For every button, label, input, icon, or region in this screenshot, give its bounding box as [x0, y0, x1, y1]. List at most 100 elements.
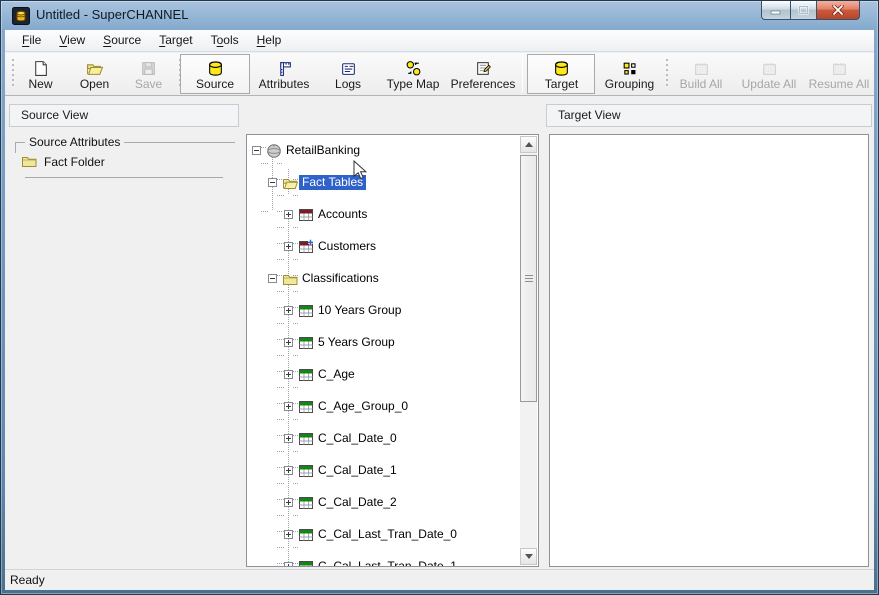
title-bar[interactable]: Untitled - SuperCHANNEL — [5, 1, 874, 30]
toolbar-button-label: Open — [80, 77, 109, 92]
folder-icon — [21, 153, 37, 172]
menu-tools[interactable]: Tools — [202, 30, 248, 51]
minimize-button[interactable] — [761, 1, 790, 20]
tree-node-c-cal-last-tran-date-0[interactable]: C_Cal_Last_Tran_Date_0 — [247, 331, 521, 347]
toolbar: New Open Save Source Attributes Logs Type Map P… — [5, 53, 874, 96]
type-map-icon — [405, 57, 422, 77]
source-tree[interactable]: RetailBankingFact Tables Accounts Custom… — [246, 134, 539, 567]
scroll-up-button[interactable] — [520, 136, 537, 153]
toolbar-button-label: New — [29, 77, 53, 92]
toolbar-button-label: Logs — [335, 77, 361, 92]
open-folder-icon — [86, 57, 103, 77]
tree-node-c-fin-last-tran-date-0[interactable]: C_Fin_Last_Tran_Date_0 — [247, 491, 521, 507]
scrollbar-thumb[interactable] — [520, 155, 537, 402]
tree-node-customers[interactable]: Customers — [247, 187, 521, 203]
toolbar-button-label: Build All — [680, 77, 723, 92]
build-icon — [761, 57, 778, 77]
toolbar-button-label: Update All — [742, 77, 797, 92]
tree-node-c-fin-date-1[interactable]: C_Fin_Date_1 — [247, 459, 521, 475]
toolbar-button-label: Resume All — [809, 77, 870, 92]
status-bar: Ready — [5, 569, 874, 590]
target-tree[interactable] — [549, 134, 869, 567]
build-all-button: Build All — [668, 54, 734, 94]
scroll-down-button[interactable] — [520, 548, 537, 565]
tree-node-c-dayofmonth[interactable]: C_DayOfMonth — [247, 427, 521, 443]
grouping-button[interactable]: Grouping — [595, 54, 663, 94]
build-icon — [831, 57, 848, 77]
menu-help[interactable]: Help — [248, 30, 291, 51]
menu-file[interactable]: File — [13, 30, 50, 51]
floppy-icon — [140, 57, 157, 77]
source-attributes-group: Source Attributes — [15, 142, 235, 205]
close-button[interactable] — [817, 1, 860, 20]
window-title: Untitled - SuperCHANNEL — [36, 1, 188, 29]
log-book-icon — [340, 57, 357, 77]
mouse-cursor-icon — [353, 160, 371, 182]
tree-node-c-cal-last-tran-date-1[interactable]: C_Cal_Last_Tran_Date_1 — [247, 347, 521, 363]
tree-node-5-years-group[interactable]: 5 Years Group — [247, 235, 521, 251]
app-window: Untitled - SuperCHANNEL FileViewSourceTa… — [0, 0, 879, 595]
tree-node-c-fin-date-2[interactable]: C_Fin_Date_2 — [247, 475, 521, 491]
fact-folder-item[interactable]: Fact Folder — [21, 154, 105, 170]
grouping-icon — [621, 57, 638, 77]
tree-node-c-fin-date-0[interactable]: C_Fin_Date_0 — [247, 443, 521, 459]
tree-node-c-age-group-0[interactable]: C_Age_Group_0 — [247, 267, 521, 283]
left-panel-divider — [25, 177, 223, 178]
new-button[interactable]: New — [14, 54, 68, 94]
toolbar-button-label: Grouping — [605, 77, 654, 92]
collapse-icon[interactable] — [252, 146, 261, 155]
menu-source[interactable]: Source — [94, 30, 150, 51]
maximize-button[interactable] — [790, 1, 817, 20]
resume-all-button: Resume All — [804, 54, 874, 94]
tree-node-c-fin-year[interactable]: C_Fin_Year — [247, 555, 521, 567]
db-cylinder-icon — [207, 57, 224, 77]
source-view-header: Source View — [9, 104, 239, 127]
build-icon — [693, 57, 710, 77]
attributes-button[interactable]: Attributes — [250, 54, 318, 94]
tree-node-c-fin-last-tran-date-2[interactable]: C_Fin_Last_Tran_Date_2 — [247, 523, 521, 539]
tree-node-fact-tables[interactable]: Fact Tables — [247, 155, 521, 171]
save-button: Save — [122, 54, 176, 94]
tree-node-c-cal-year[interactable]: C_Cal_Year — [247, 395, 521, 411]
tree-node-c-cust-mail-indicator[interactable]: C_Cust_Mail_Indicator — [247, 411, 521, 427]
tree-node-c-cal-last-tran-date-2[interactable]: C_Cal_Last_Tran_Date_2 — [247, 363, 521, 379]
tree-node-c-fin-last-tran-year[interactable]: C_Fin_Last_Tran_Year — [247, 539, 521, 555]
target-view-header: Target View — [546, 104, 872, 127]
toolbar-button-label: Type Map — [387, 77, 440, 92]
app-logo-icon — [12, 7, 30, 25]
tree-node-c-fin-last-tran-date-1[interactable]: C_Fin_Last_Tran_Date_1 — [247, 507, 521, 523]
tree-node-c-cal-date-2[interactable]: C_Cal_Date_2 — [247, 315, 521, 331]
source-attributes-label: Source Attributes — [25, 135, 124, 149]
tree-node-10-years-group[interactable]: 10 Years Group — [247, 219, 521, 235]
preferences-icon — [475, 57, 492, 77]
new-page-icon — [32, 57, 49, 77]
toolbar-button-label: Save — [135, 77, 162, 92]
toolbar-button-label: Source — [196, 77, 234, 92]
toolbar-button-label: Attributes — [259, 77, 310, 92]
type-map-button[interactable]: Type Map — [378, 54, 448, 94]
fact-folder-label: Fact Folder — [44, 155, 105, 169]
tree-node-c-age[interactable]: C_Age — [247, 251, 521, 267]
source-button[interactable]: Source — [180, 54, 250, 94]
menu-view[interactable]: View — [50, 30, 94, 51]
menu-bar: FileViewSourceTargetToolsHelp — [5, 30, 874, 52]
tree-scrollbar[interactable] — [520, 136, 537, 565]
status-text: Ready — [10, 573, 45, 587]
toolbar-button-label: Target — [545, 77, 578, 92]
preferences-button[interactable]: Preferences — [448, 54, 518, 94]
logs-button[interactable]: Logs — [318, 54, 378, 94]
tree-node-c-cal-last-tran-year[interactable]: C_Cal_Last_Tran_Year — [247, 379, 521, 395]
tree-node-accounts[interactable]: Accounts — [247, 171, 521, 187]
tree-node-classifications[interactable]: Classifications — [247, 203, 521, 219]
target-button[interactable]: Target — [527, 54, 595, 94]
ruler-icon — [276, 57, 293, 77]
db-cylinder-icon — [553, 57, 570, 77]
tree-node-retailbanking[interactable]: RetailBanking — [247, 139, 521, 155]
tree-node-c-cal-date-0[interactable]: C_Cal_Date_0 — [247, 283, 521, 299]
tree-node-c-cal-date-1[interactable]: C_Cal_Date_1 — [247, 299, 521, 315]
toolbar-button-label: Preferences — [451, 77, 516, 92]
toolbar-separator — [522, 56, 523, 92]
open-button[interactable]: Open — [68, 54, 122, 94]
menu-target[interactable]: Target — [150, 30, 201, 51]
client-area: FileViewSourceTargetToolsHelp NewOpenSav… — [5, 30, 874, 590]
